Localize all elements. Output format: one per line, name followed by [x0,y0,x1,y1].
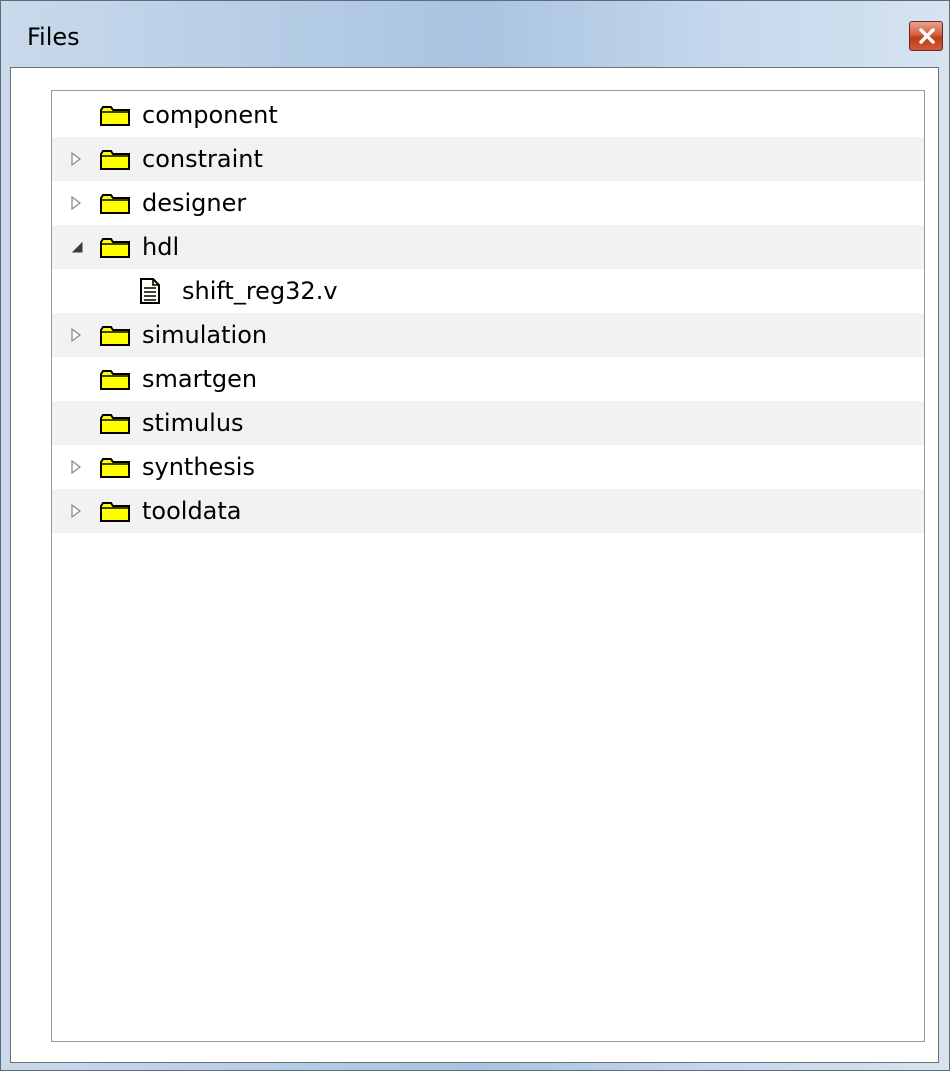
tree-item-folder[interactable]: designer [52,181,924,225]
tree-item-label: constraint [142,145,263,173]
tree-item-folder[interactable]: stimulus [52,401,924,445]
document-icon [139,278,161,304]
tree-item-label: synthesis [142,453,255,481]
folder-icon [99,413,131,435]
triangle-right-icon[interactable] [70,151,82,167]
folder-icon [99,369,131,391]
triangle-right-icon[interactable] [70,327,82,343]
triangle-down-icon[interactable] [70,239,83,255]
tree-item-label: component [142,101,278,129]
folder-icon [99,193,131,215]
tree-item-folder[interactable]: component [52,93,924,137]
tree-item-folder[interactable]: smartgen [52,357,924,401]
tree-item-folder[interactable]: simulation [52,313,924,357]
title-bar[interactable]: Files [1,1,951,75]
tree-item-file[interactable]: shift_reg32.v [52,269,924,313]
tree-item-label: hdl [142,233,180,261]
folder-icon [99,457,131,479]
folder-icon [99,105,131,127]
tree-item-label: stimulus [142,409,244,437]
triangle-right-icon[interactable] [70,503,82,519]
file-tree-list: component constraint designer hdl shift_reg3… [52,93,924,533]
files-window: Files component constraint designer hdl shif… [0,0,950,1071]
tree-item-label: designer [142,189,247,217]
tree-item-folder[interactable]: constraint [52,137,924,181]
tree-item-label: shift_reg32.v [182,277,338,305]
folder-icon [99,149,131,171]
folder-icon [99,237,131,259]
file-tree[interactable]: component constraint designer hdl shift_reg3… [51,90,925,1042]
tree-item-label: smartgen [142,365,258,393]
folder-icon [99,501,131,523]
window-title: Files [27,23,80,51]
close-icon [919,28,935,44]
tree-item-folder[interactable]: synthesis [52,445,924,489]
tree-item-label: simulation [142,321,268,349]
tree-item-folder[interactable]: hdl [52,225,924,269]
content-frame: component constraint designer hdl shift_reg3… [10,67,939,1063]
close-button[interactable] [909,21,943,51]
triangle-right-icon[interactable] [70,459,82,475]
tree-item-label: tooldata [142,497,242,525]
folder-icon [99,325,131,347]
triangle-right-icon[interactable] [70,195,82,211]
tree-item-folder[interactable]: tooldata [52,489,924,533]
